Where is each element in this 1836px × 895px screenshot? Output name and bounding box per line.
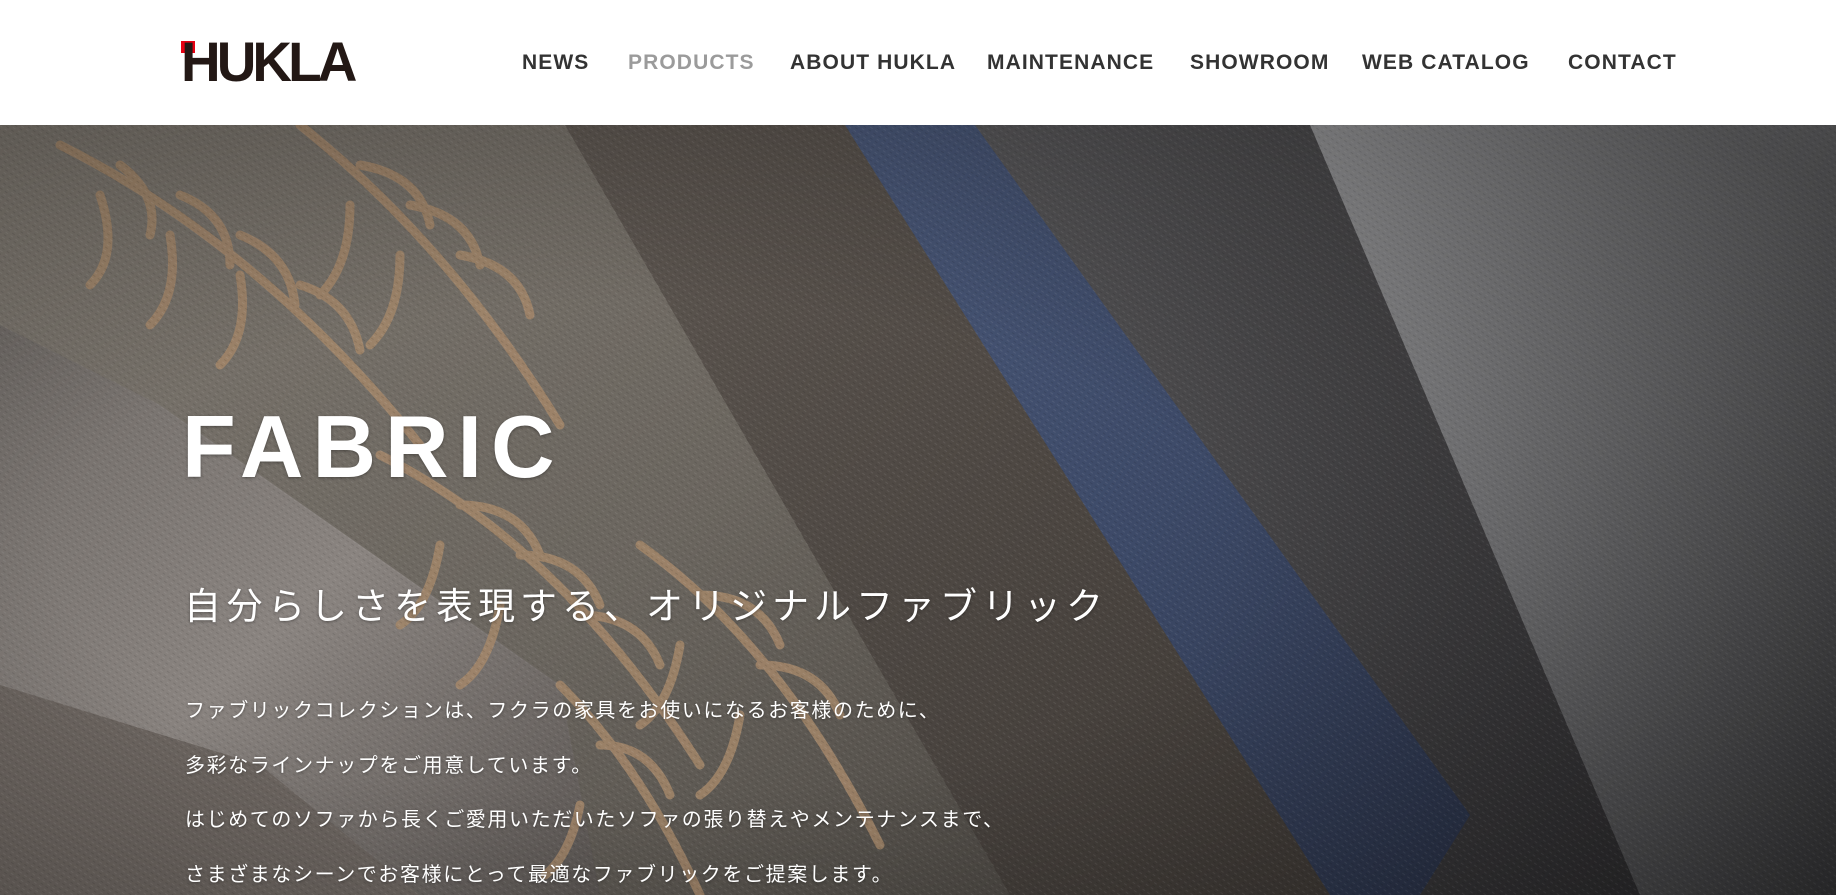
nav-contact[interactable]: CONTACT [1568,50,1677,76]
hero-section: FABRIC 自分らしさを表現する、オリジナルファブリック ファブリックコレクシ… [0,125,1836,895]
nav-maintenance[interactable]: MAINTENANCE [987,50,1154,76]
nav-showroom[interactable]: SHOWROOM [1190,50,1329,76]
nav-about-hukla[interactable]: ABOUT HUKLA [790,50,956,76]
hero-title: FABRIC [182,396,564,496]
hero-description-line: 多彩なラインナップをご用意しています。 [185,752,593,777]
site-header: HUKLA NEWS PRODUCTS ABOUT HUKLA MAINTENA… [0,0,1836,125]
hero-subtitle: 自分らしさを表現する、オリジナルファブリック [184,585,1108,628]
nav-products[interactable]: PRODUCTS [628,50,755,76]
hero-description: ファブリックコレクションは、フクラの家具をお使いになるお客様のために、 多彩なラ… [185,696,1005,895]
hero-description-line: さまざまなシーンでお客様にとって最適なファブリックをご提案します。 [185,861,894,886]
nav-web-catalog[interactable]: WEB CATALOG [1362,50,1530,76]
hero-description-line: ファブリックコレクションは、フクラの家具をお使いになるお客様のために、 [185,698,941,722]
hero-description-line: はじめてのソファから長くご愛用いただいたソファの張り替えやメンテナンスまで、 [185,807,1005,831]
main-navigation: NEWS PRODUCTS ABOUT HUKLA MAINTENANCE SH… [0,50,1836,76]
nav-news[interactable]: NEWS [522,50,589,76]
